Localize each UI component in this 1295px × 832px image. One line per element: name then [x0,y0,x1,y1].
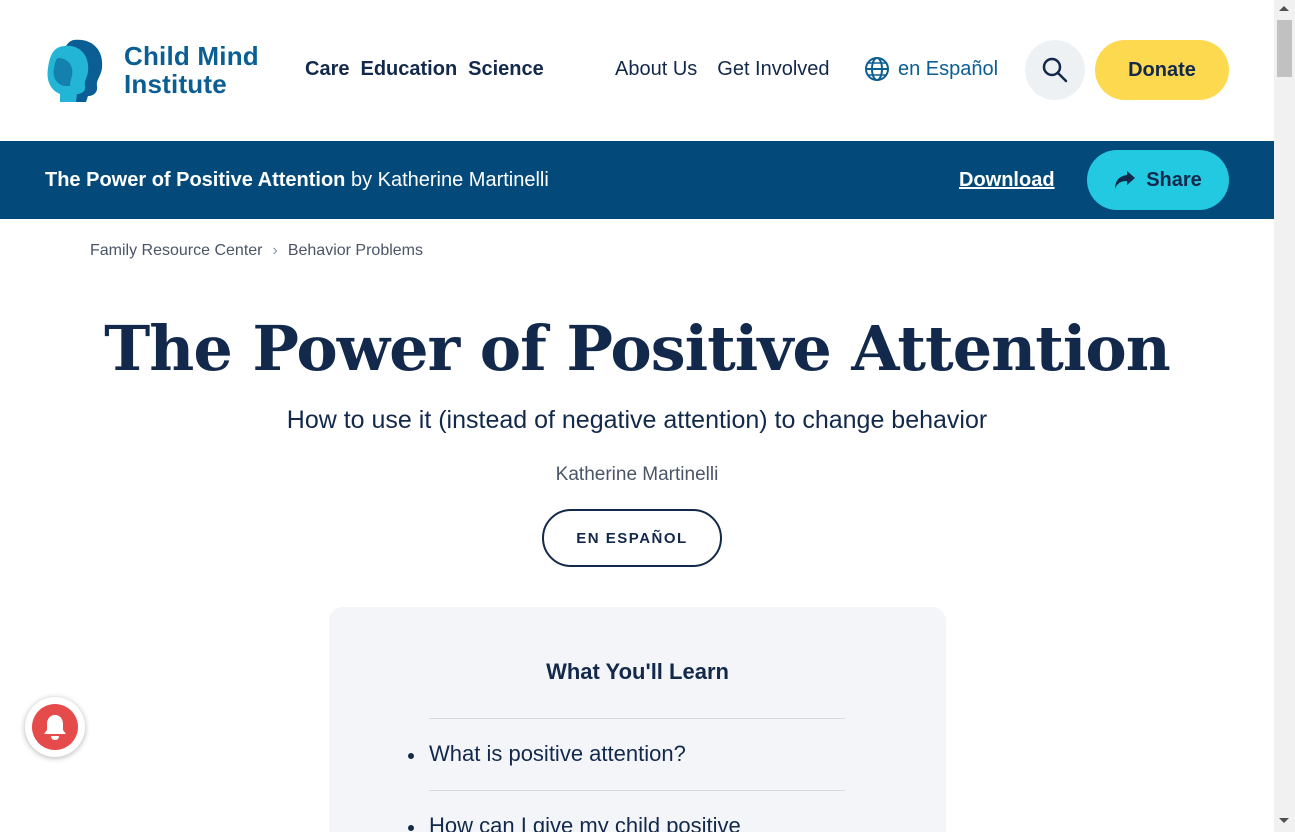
what-youll-learn-box: What You'll Learn What is positive atten… [329,607,946,832]
notification-button[interactable] [25,697,85,757]
language-label: en Español [898,57,999,80]
title-bar-author: by Katherine Martinelli [345,169,549,191]
donate-button[interactable]: Donate [1095,40,1229,100]
site-logo[interactable]: Child Mind Institute [44,36,259,104]
search-icon [1042,57,1068,83]
breadcrumb-item-family-resource-center[interactable]: Family Resource Center [90,242,263,260]
logo-wordmark: Child Mind Institute [124,41,259,99]
title-bar-heading: The Power of Positive Attention by Kathe… [45,169,549,192]
bullet-icon [408,753,414,759]
secondary-nav: About Us Get Involved [615,58,830,81]
nav-science[interactable]: Science [468,58,544,81]
article-title-bar: The Power of Positive Attention by Kathe… [0,141,1274,219]
share-button[interactable]: Share [1087,150,1229,210]
learn-item[interactable]: What is positive attention? [408,718,845,790]
primary-nav: Care Education Science [305,58,544,81]
search-button[interactable] [1025,40,1085,100]
share-label: Share [1146,168,1202,191]
nav-get-involved[interactable]: Get Involved [717,58,829,81]
nav-education[interactable]: Education [360,58,457,81]
logo-heads-icon [47,39,103,102]
learn-list: What is positive attention? How can I gi… [408,718,845,832]
nav-about-us[interactable]: About Us [615,58,697,81]
language-link[interactable]: en Español [864,56,998,82]
bullet-icon [408,825,414,831]
bell-icon [44,715,66,740]
learn-item-label: What is positive attention? [429,741,686,766]
author-name[interactable]: Katherine Martinelli [0,464,1274,486]
site-header: Child Mind Institute Care Education Scie… [0,0,1274,141]
spanish-version-button[interactable]: EN ESPAÑOL [542,509,722,567]
learn-item[interactable]: How can I give my child positive [408,790,845,832]
page-scrollbar[interactable] [1274,0,1295,832]
breadcrumb-item-behavior-problems[interactable]: Behavior Problems [288,242,423,260]
learn-item-label: How can I give my child positive [429,813,741,832]
scrollbar-thumb[interactable] [1277,20,1292,77]
chevron-right-icon: › [272,242,278,259]
page-title: The Power of Positive Attention [104,312,1171,385]
download-link[interactable]: Download [959,169,1055,192]
globe-icon [865,57,889,81]
share-arrow-icon [1115,171,1136,189]
breadcrumb: Family Resource Center › Behavior Proble… [90,242,423,260]
nav-care[interactable]: Care [305,58,349,81]
learn-heading: What You'll Learn [546,659,729,684]
page-subtitle: How to use it (instead of negative atten… [286,406,988,434]
scroll-down-arrow-icon[interactable] [1279,818,1289,823]
title-bar-title: The Power of Positive Attention [45,169,346,191]
notification-badge [32,704,78,750]
scroll-up-arrow-icon[interactable] [1279,6,1289,11]
